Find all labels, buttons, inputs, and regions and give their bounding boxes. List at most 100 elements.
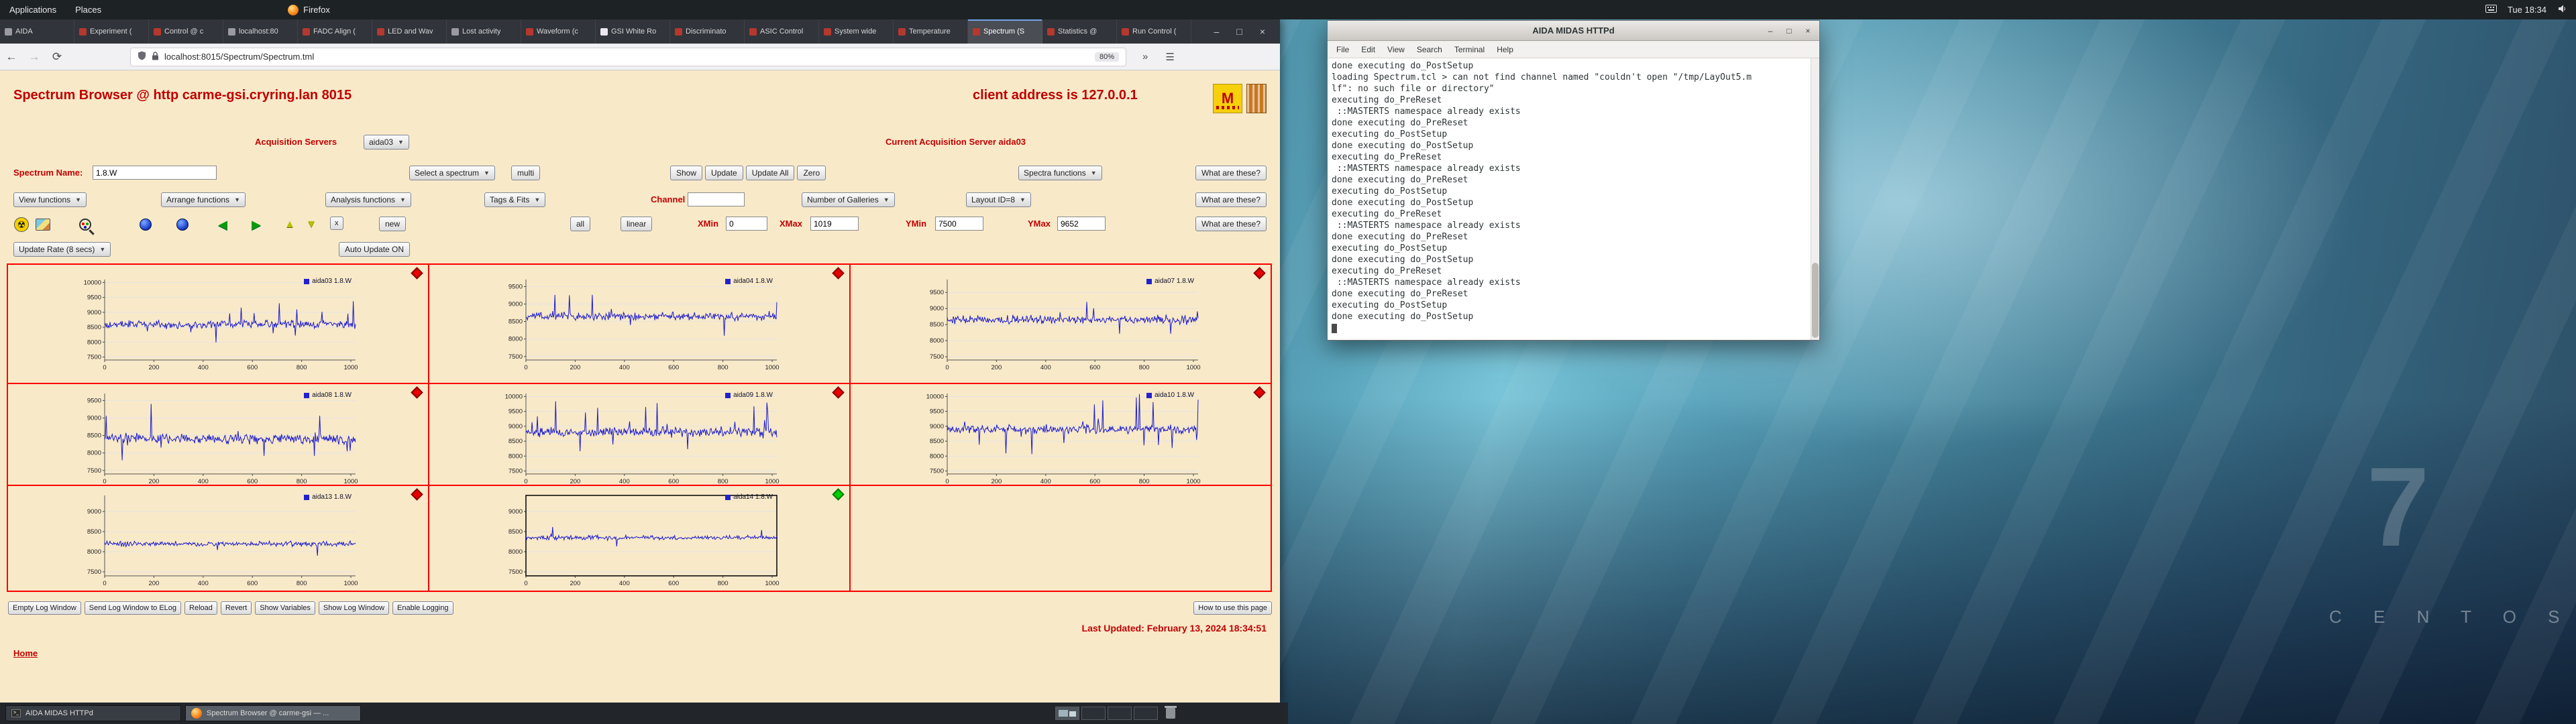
status-diamond-red[interactable] [1253,267,1265,279]
acquisition-server-select[interactable]: aida03▼ [364,135,409,149]
volume-icon[interactable] [2557,4,2567,15]
browser-tab[interactable]: AIDA [0,19,74,44]
arrange-functions-dropdown[interactable]: Arrange functions▼ [161,192,246,207]
footer-button[interactable]: Send Log Window to ELog [85,601,181,615]
terminal-menu-item[interactable]: Edit [1355,45,1381,54]
spectrum-plot[interactable]: 750080008500900002004006008001000 [495,489,784,589]
spectrum-chart[interactable]: 7500800085009000950010000020040060080010… [495,387,784,486]
update-all-button[interactable]: Update All [746,166,795,180]
new-button[interactable]: new [379,217,406,231]
home-link[interactable]: Home [13,648,38,658]
radiation-icon[interactable]: ☢ [13,217,30,233]
status-diamond-red[interactable] [832,267,844,279]
minimize-button[interactable]: – [1214,26,1220,37]
browser-tab[interactable]: Control @ c [149,19,223,44]
browser-tab[interactable]: Lost activity [447,19,521,44]
spectrum-cell[interactable]: 750080008500900002004006008001000aida13 … [8,486,429,592]
spectrum-cell[interactable]: 7500800085009000950010000020040060080010… [8,265,429,384]
footer-button[interactable]: Show Log Window [319,601,389,615]
tracking-shield-icon[interactable] [138,51,146,62]
spectrum-plot[interactable]: 7500800085009000950002004006008001000 [495,273,784,373]
spectrum-cell[interactable]: 7500800085009000950010000020040060080010… [851,384,1272,486]
workspace-4[interactable] [1134,707,1158,720]
close-button[interactable]: × [1260,26,1265,37]
spectrum-plot[interactable]: 7500800085009000950002004006008001000 [916,273,1205,373]
browser-tab[interactable]: System wide [819,19,894,44]
browser-tab[interactable]: FADC Align ( [298,19,372,44]
terminal-menu-item[interactable]: View [1381,45,1411,54]
workspace-1[interactable] [1055,707,1079,720]
terminal-menu-item[interactable]: File [1330,45,1355,54]
workspace-3[interactable] [1108,707,1132,720]
maximize-button[interactable]: □ [1236,26,1242,37]
what-are-these-button-2[interactable]: What are these? [1195,192,1267,207]
keyboard-layout-icon[interactable] [2485,5,2497,15]
url-bar[interactable]: localhost:8015/Spectrum/Spectrum.tml 80% [130,48,1126,66]
channel-input[interactable] [688,192,745,206]
ymin-input[interactable] [935,217,983,231]
tags-fits-dropdown[interactable]: Tags & Fits▼ [484,192,545,207]
spectrum-chart[interactable]: 7500800085009000950002004006008001000aid… [916,273,1205,373]
terminal-scrollbar-thumb[interactable] [1812,263,1819,338]
update-button[interactable]: Update [705,166,743,180]
forward-button[interactable]: → [23,50,46,64]
spectrum-plot[interactable]: 7500800085009000950010000020040060080010… [916,387,1205,486]
spectrum-chart[interactable]: 7500800085009000950002004006008001000aid… [495,273,784,373]
lock-icon[interactable] [152,52,159,62]
applications-menu[interactable]: Applications [0,0,66,19]
active-app-menu[interactable]: Firefox [278,0,339,19]
display-icon[interactable] [35,217,51,233]
terminal-titlebar[interactable]: AIDA MIDAS HTTPd – □ × [1328,21,1819,41]
browser-tab[interactable]: localhost:80 [223,19,298,44]
ymax-input[interactable] [1057,217,1106,231]
auto-update-button[interactable]: Auto Update ON [339,242,410,257]
zoom-rgb-icon[interactable] [77,217,93,233]
taskbar-window-button[interactable]: Spectrum Browser @ carme-gsi — ... [185,705,361,721]
places-menu[interactable]: Places [66,0,111,19]
terminal-maximize-button[interactable]: □ [1783,25,1795,37]
workspace-2[interactable] [1081,707,1106,720]
footer-button[interactable]: Show Variables [255,601,315,615]
browser-tab[interactable]: ASIC Control [745,19,819,44]
spectrum-chart[interactable]: 7500800085009000950010000020040060080010… [74,273,362,373]
terminal-close-button[interactable]: × [1802,25,1814,37]
spectrum-cell[interactable]: 7500800085009000950010000020040060080010… [429,384,851,486]
layout-dropdown[interactable]: Layout ID=8▼ [966,192,1031,207]
panel-clock[interactable]: Tue 18:34 [2508,5,2546,15]
taskbar-window-button[interactable]: >_AIDA MIDAS HTTPd [5,705,181,721]
spectrum-chart[interactable]: 7500800085009000950010000020040060080010… [916,387,1205,486]
footer-button[interactable]: Reload [184,601,217,615]
arrow-right-icon[interactable]: ▶ [248,217,264,233]
spectrum-chart[interactable]: 750080008500900002004006008001000aida13 … [74,489,362,589]
zoom-level-badge[interactable]: 80% [1095,52,1119,62]
browser-tab[interactable]: Waveform (c [521,19,596,44]
browser-tab[interactable]: GSI White Ro [596,19,670,44]
status-diamond-red[interactable] [411,488,423,500]
all-button[interactable]: all [570,217,590,231]
browser-tab[interactable]: Spectrum (S [968,19,1042,44]
spectrum-cell[interactable]: 750080008500900002004006008001000aida14 … [429,486,851,592]
what-are-these-button-3[interactable]: What are these? [1195,217,1267,231]
terminal-body[interactable]: done executing do_PostSetup loading Spec… [1328,58,1819,340]
spectrum-cell[interactable]: 7500800085009000950002004006008001000aid… [429,265,851,384]
select-spectrum-dropdown[interactable]: Select a spectrum▼ [409,166,495,180]
linear-button[interactable]: linear [621,217,652,231]
xmin-input[interactable] [726,217,767,231]
multi-button[interactable]: multi [511,166,540,180]
how-to-use-button[interactable]: How to use this page [1193,601,1272,615]
spectrum-plot[interactable]: 7500800085009000950010000020040060080010… [495,387,784,486]
footer-button[interactable]: Empty Log Window [8,601,81,615]
terminal-menu-item[interactable]: Help [1491,45,1519,54]
status-diamond-red[interactable] [411,386,423,398]
footer-button[interactable]: Revert [221,601,252,615]
terminal-minimize-button[interactable]: – [1764,25,1776,37]
hamburger-menu-icon[interactable]: ☰ [1165,51,1174,63]
spectrum-chart[interactable]: 750080008500900002004006008001000aida14 … [495,489,784,589]
what-are-these-button-1[interactable]: What are these? [1195,166,1267,180]
status-diamond-green[interactable] [832,488,844,500]
browser-tab[interactable]: Temperature [894,19,968,44]
zero-button[interactable]: Zero [797,166,826,180]
column-logo[interactable] [1246,84,1267,113]
spectrum-plot[interactable]: 7500800085009000950010000020040060080010… [74,273,362,373]
arrow-left-icon[interactable]: ◀ [215,217,231,233]
